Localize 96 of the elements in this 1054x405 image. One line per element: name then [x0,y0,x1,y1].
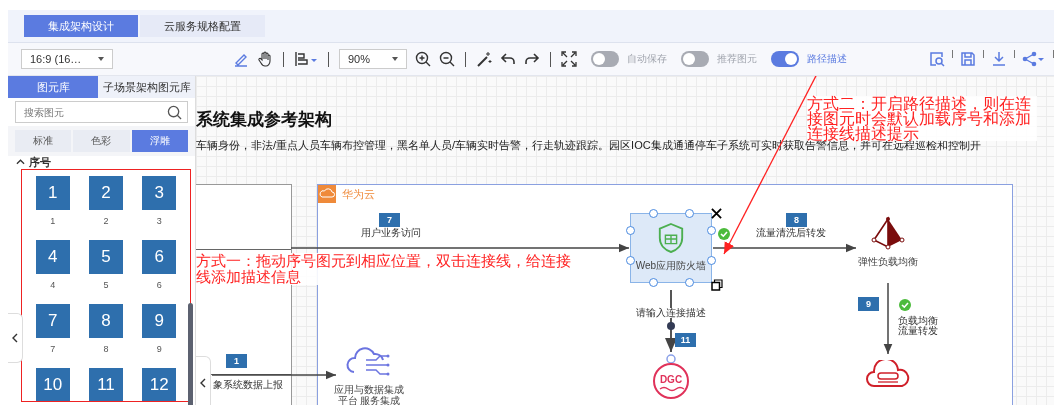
toggle-label: 推荐图元 [717,52,757,66]
connector-arrow[interactable] [290,243,630,253]
number-tile[interactable]: 5 [89,240,123,274]
edge-label[interactable]: 流量清洗后转发 [756,228,826,238]
hand-icon[interactable] [257,51,273,67]
tile-label: 3 [156,216,162,226]
toggle-label: 自动保存 [627,52,667,66]
tile-label: 8 [103,344,109,354]
edge-label[interactable]: 负载均衡 [898,316,938,326]
sequence-badge[interactable]: 1 [226,354,247,368]
diagram-node[interactable]: 应用与数据集成 平台 服务集成 [336,342,402,405]
undo-icon[interactable] [500,51,516,67]
diagram-node[interactable]: 弹性负载均衡 [846,216,930,267]
copy-icon[interactable] [711,279,723,291]
annotation-note: 方式二：开启路径描述，则在连接图元时会默认加载序号和添加连接线描述提示 [807,96,1037,141]
search-icon[interactable] [167,105,182,120]
cloud-server-icon [866,360,910,390]
toggle-switch[interactable] [591,51,619,67]
resize-handle[interactable] [707,226,716,235]
connector-arrow[interactable] [712,243,857,253]
tile-label: 2 [103,216,109,226]
magic-wand-icon[interactable] [476,51,492,67]
node-label: 应用与数据集成 [334,384,404,395]
resize-handle[interactable] [626,256,635,265]
style-tab[interactable]: 色彩 [73,130,130,152]
diagram-title: 系统集成参考架构 [196,109,332,131]
section-title[interactable]: 序号 [29,156,51,168]
resize-handle[interactable] [685,209,694,218]
resize-handle[interactable] [685,278,694,287]
style-tab[interactable]: 标准 [15,130,72,152]
download-icon[interactable] [991,51,1007,67]
number-tile[interactable]: 12 [142,368,177,401]
zoom-out-icon[interactable] [439,51,455,67]
diagram-node[interactable]: DGC [646,354,696,400]
connector-arrow[interactable] [665,289,677,353]
redo-icon[interactable] [524,51,540,67]
node-label: 平台 服务集成 [337,395,401,405]
cloud-icon [318,185,336,203]
number-tile[interactable]: 6 [142,240,177,274]
node-label: Web应用防火墙 [635,260,707,271]
align-icon[interactable] [294,51,318,67]
save-icon[interactable] [960,51,976,67]
resize-handle[interactable] [707,256,716,265]
close-icon[interactable] [711,208,722,219]
number-tile[interactable]: 1 [35,176,70,210]
library-tab[interactable]: 图元库 [8,76,98,98]
top-tab[interactable]: 云服务规格配置 [140,15,265,37]
tile-label: 9 [156,344,162,354]
number-tile[interactable]: 4 [35,240,70,274]
number-tile[interactable]: 7 [35,304,70,338]
page-size-select[interactable]: 16:9 (16… [21,49,113,69]
chevron-icon[interactable] [16,159,25,165]
tile-label: 1 [50,216,56,226]
sequence-badge[interactable]: 9 [858,297,879,311]
connection-point[interactable] [667,322,675,330]
number-tile[interactable]: 2 [89,176,123,210]
search-field[interactable]: 搜索图元 [15,101,188,123]
node-label: 弹性负载均衡 [858,256,918,267]
resize-handle[interactable] [649,278,658,287]
toggle-label: 路径描述 [807,52,847,66]
resize-handle[interactable] [649,209,658,218]
tile-label: 6 [156,280,162,290]
sequence-badge[interactable]: 8 [786,213,807,227]
tile-label: 5 [103,280,109,290]
toggle-switch[interactable] [771,51,799,67]
share-icon[interactable] [1022,51,1046,67]
edge-label[interactable]: 请输入连接描述 [636,308,706,318]
connector-arrow[interactable] [883,282,893,355]
number-tile[interactable]: 9 [142,304,177,338]
fullscreen-icon[interactable] [561,51,577,67]
sequence-badge[interactable]: 11 [675,333,696,347]
connector-arrow[interactable] [211,370,337,380]
number-tile[interactable]: 10 [35,368,70,401]
shield-icon [657,222,685,254]
zoom-in-icon[interactable] [415,51,431,67]
tile-label: 7 [50,344,56,354]
library-tab[interactable]: 子场景架构图元库 [98,76,195,98]
group-label: 华为云 [342,187,375,202]
edge-label[interactable]: 流量转发 [898,326,938,336]
style-tab[interactable]: 浮雕 [131,130,188,152]
toggle-switch[interactable] [681,51,709,67]
edge-label[interactable]: 用户业务访问 [361,228,421,238]
chevron-left-icon[interactable] [12,333,18,343]
icon-text: DGC [658,374,684,385]
number-tile[interactable]: 11 [89,368,123,401]
tile-label: 4 [50,280,56,290]
resize-handle[interactable] [626,226,635,235]
zoom-select[interactable]: 90% [339,49,407,69]
chevron-left-icon[interactable] [200,378,206,388]
edge-label[interactable]: 象系统数据上报 [213,380,283,390]
top-tab[interactable]: 集成架构设计 [24,15,138,37]
sequence-badge[interactable]: 7 [379,213,400,227]
number-tile[interactable]: 8 [89,304,123,338]
preview-icon[interactable] [929,51,945,67]
number-tile[interactable]: 3 [142,176,177,210]
scrollbar[interactable] [188,303,193,405]
